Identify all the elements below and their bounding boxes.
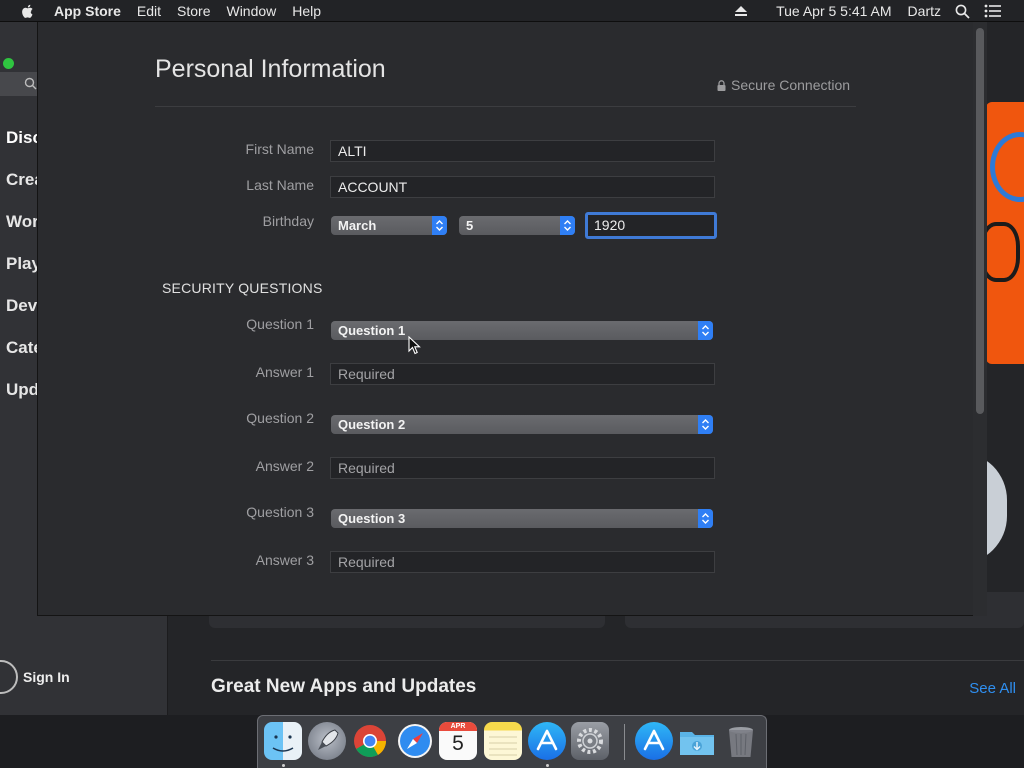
chevron-up-down-icon [702,513,709,524]
question-1-stepper [698,321,713,340]
chevron-up-down-icon [564,220,571,231]
security-questions-heading: SECURITY QUESTIONS [162,280,323,296]
question-2-label: Question 2 [246,410,314,426]
question-1-label: Question 1 [246,316,314,332]
calendar-month: APR [439,722,477,731]
system-preferences-icon[interactable] [571,722,609,760]
menu-help[interactable]: Help [292,3,321,19]
birthday-month-value: March [338,218,377,233]
sheet-scrollbar-thumb[interactable] [976,28,984,414]
lock-icon [717,79,726,91]
birthday-year-field[interactable]: 1920 [585,212,717,239]
month-stepper [432,216,447,235]
chrome-icon[interactable] [351,722,389,760]
trash-icon[interactable] [722,722,760,760]
birthday-label: Birthday [262,213,314,229]
mouse-pointer-icon [408,336,421,355]
day-stepper [560,216,575,235]
rocket-icon [318,729,339,750]
finder-running-indicator [282,764,285,767]
question-2-select[interactable]: Question 2 [331,415,713,434]
downloads-folder-icon[interactable] [678,722,716,760]
first-name-field[interactable]: ALTI [330,140,715,162]
menu-store[interactable]: Store [177,3,210,19]
question-1-value: Question 1 [338,323,406,338]
chrome-logo-icon [354,725,387,758]
app-store-a-icon [536,729,558,751]
notes-lines-icon [489,736,517,756]
section-title: Great New Apps and Updates [211,676,477,697]
featured-app-artwork[interactable] [986,102,1024,364]
question-2-value: Question 2 [338,417,406,432]
app-store-icon[interactable] [528,722,566,760]
finder-face-icon [272,735,294,752]
menu-user[interactable]: Dartz [908,3,941,19]
page-title: Personal Information [155,55,386,83]
secure-connection-indicator: Secure Connection [717,77,850,93]
question-3-label: Question 3 [246,504,314,520]
sidebar-item-updates[interactable]: Upd [6,380,39,400]
app-store-running-indicator [546,764,549,767]
answer-2-field[interactable]: Required [330,457,715,479]
calendar-icon[interactable]: APR 5 [439,722,477,760]
dock: APR 5 [257,715,767,768]
last-name-field[interactable]: ACCOUNT [330,176,715,198]
first-name-label: First Name [245,141,314,157]
compass-icon [398,724,432,758]
menu-edit[interactable]: Edit [137,3,161,19]
sidebar-item-work[interactable]: Wor [6,212,39,232]
section-divider [211,660,1024,661]
chevron-up-down-icon [436,220,443,231]
birthday-month-select[interactable]: March [331,216,447,235]
app-store-downloads-icon[interactable] [635,722,673,760]
question-1-select[interactable]: Question 1 [331,321,713,340]
see-all-link[interactable]: See All [969,680,1016,697]
apple-menu-icon[interactable] [20,3,36,19]
launchpad-icon[interactable] [308,722,346,760]
sidebar-item-develop[interactable]: Dev [6,296,37,316]
dock-separator [624,724,625,760]
app-store-a-icon [643,729,665,751]
zoom-window-button[interactable] [3,58,14,69]
menu-app-name[interactable]: App Store [54,3,121,19]
calendar-day: 5 [452,732,464,755]
sign-in-label: Sign In [23,669,70,685]
eject-icon[interactable] [734,5,748,17]
birthday-day-value: 5 [466,218,474,233]
menu-window[interactable]: Window [226,3,276,19]
avatar [0,660,18,694]
sign-in-button[interactable]: Sign In [0,660,70,694]
folder-icon [680,732,714,755]
menu-clock[interactable]: Tue Apr 5 5:41 AM [776,3,891,19]
birthday-day-select[interactable]: 5 [459,216,575,235]
notification-center-icon[interactable] [984,4,1002,18]
search-icon [24,77,37,90]
gear-icon [577,728,603,754]
answer-1-label: Answer 1 [255,364,314,380]
answer-1-field[interactable]: Required [330,363,715,385]
chevron-up-down-icon [702,419,709,430]
chevron-up-down-icon [702,325,709,336]
question-3-select[interactable]: Question 3 [331,509,713,528]
question-3-value: Question 3 [338,511,406,526]
last-name-label: Last Name [246,177,314,193]
secure-connection-label: Secure Connection [731,77,851,93]
answer-2-label: Answer 2 [255,458,314,474]
artwork-swirl-dark [986,222,1020,282]
notes-icon[interactable] [484,722,522,760]
answer-3-field[interactable]: Required [330,551,715,573]
question-3-stepper [698,509,713,528]
personal-information-sheet: Personal Information Secure Connection F… [3,22,987,616]
trash-can-icon [729,727,753,757]
answer-3-label: Answer 3 [255,552,314,568]
question-2-stepper [698,415,713,434]
menu-bar: App Store Edit Store Window Help Tue Apr… [0,0,1024,22]
finder-icon[interactable] [264,722,302,760]
artwork-swirl [990,132,1024,202]
title-divider [155,106,856,107]
spotlight-search-icon[interactable] [955,4,970,19]
safari-icon[interactable] [396,722,434,760]
sidebar-item-play[interactable]: Play [6,254,41,274]
